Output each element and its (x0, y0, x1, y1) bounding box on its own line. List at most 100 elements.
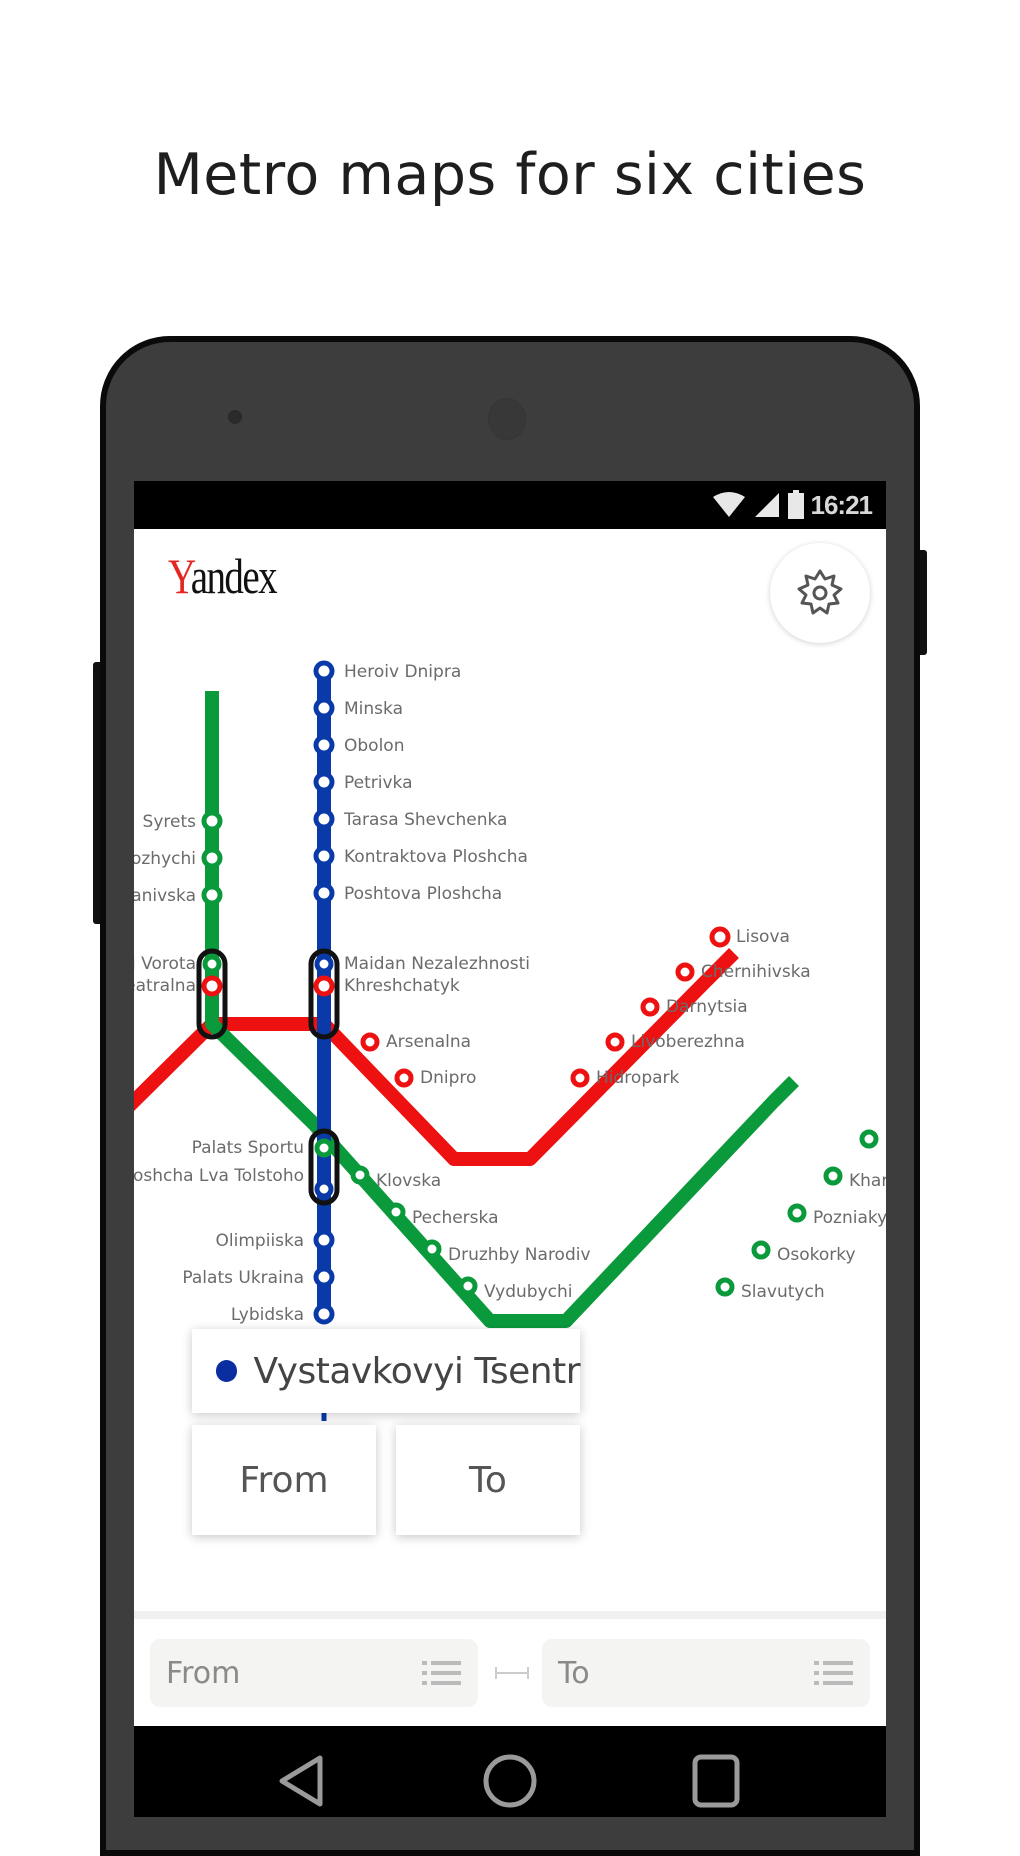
station-label[interactable]: Dorohozhychi (134, 849, 196, 869)
station-label[interactable]: Darnytsia (666, 997, 748, 1017)
station-label[interactable]: Klovska (376, 1171, 441, 1191)
station-label[interactable]: Pozniaky (813, 1208, 886, 1228)
recents-icon[interactable] (692, 1754, 740, 1808)
list-icon[interactable] (422, 1658, 462, 1688)
status-icons: 16:21 (711, 487, 873, 523)
station-label[interactable]: Chernihivska (701, 962, 811, 982)
swap-arrows-icon[interactable] (492, 1659, 532, 1687)
station-label[interactable]: Poshtova Ploshcha (344, 884, 502, 904)
from-placeholder: From (166, 1655, 241, 1691)
station-label[interactable]: Hidropark (596, 1068, 680, 1088)
to-field[interactable]: To (542, 1639, 870, 1707)
station[interactable] (787, 1203, 807, 1223)
station[interactable] (313, 1266, 335, 1288)
popup-from-button[interactable]: From (192, 1425, 376, 1535)
station[interactable] (313, 1229, 335, 1251)
status-bar: 16:21 (134, 481, 886, 529)
station[interactable] (350, 1165, 370, 1185)
station[interactable] (360, 1032, 380, 1052)
station-label[interactable]: Syrets (143, 812, 197, 832)
station-label[interactable]: Olimpiiska (216, 1231, 304, 1251)
station[interactable] (201, 884, 223, 906)
battery-icon (787, 490, 804, 519)
station[interactable] (709, 926, 731, 948)
to-placeholder: To (558, 1655, 590, 1691)
gear-icon (797, 569, 843, 615)
earpiece (228, 410, 242, 424)
from-field[interactable]: From (150, 1639, 478, 1707)
station[interactable] (570, 1068, 590, 1088)
popup-to-button[interactable]: To (396, 1425, 580, 1535)
station-label[interactable]: Livoberezhna (631, 1032, 745, 1052)
front-camera (488, 398, 526, 440)
station-label[interactable]: Druzhby Narodiv (448, 1245, 591, 1265)
station[interactable] (313, 845, 335, 867)
settings-button[interactable] (770, 543, 870, 643)
red-stations (201, 926, 731, 1088)
bottom-divider (134, 1611, 886, 1619)
station-label[interactable]: Heroiv Dnipra (344, 662, 461, 682)
station[interactable] (422, 1239, 442, 1259)
station[interactable] (458, 1276, 478, 1296)
station-label[interactable]: Lisova (736, 927, 790, 947)
station[interactable] (313, 975, 335, 997)
home-icon[interactable] (482, 1754, 538, 1808)
station-label[interactable]: Palats Ukraina (182, 1268, 304, 1288)
list-icon[interactable] (814, 1658, 854, 1688)
station-label[interactable]: Lybidska (231, 1305, 304, 1325)
station[interactable] (313, 734, 335, 756)
station[interactable] (314, 1179, 334, 1199)
headline: Metro maps for six cities (153, 142, 867, 208)
station-label[interactable]: Pecherska (412, 1208, 499, 1228)
station[interactable] (640, 997, 660, 1017)
station[interactable] (201, 847, 223, 869)
yandex-logo: Yandex (168, 547, 278, 605)
station-label[interactable]: Kontraktova Ploshcha (344, 847, 528, 867)
station-label[interactable]: Arsenalna (386, 1032, 471, 1052)
station[interactable] (313, 697, 335, 719)
station-label[interactable]: Zoloti Vorota (134, 954, 196, 974)
station[interactable] (313, 771, 335, 793)
station-label[interactable]: Dnipro (420, 1068, 476, 1088)
station[interactable] (201, 810, 223, 832)
station-label[interactable]: Minska (344, 699, 403, 719)
station[interactable] (394, 1068, 414, 1088)
popup-station-name: Vystavkovyi Tsentr (253, 1350, 580, 1392)
station[interactable] (313, 660, 335, 682)
station-label[interactable]: Palats Sportu (192, 1138, 304, 1158)
station[interactable] (675, 962, 695, 982)
station-label[interactable]: Petrivka (344, 773, 413, 793)
back-icon[interactable] (276, 1754, 326, 1808)
station-label[interactable]: Slavutych (741, 1282, 825, 1302)
logo-text: andex (190, 548, 278, 604)
station[interactable] (313, 808, 335, 830)
station[interactable] (715, 1277, 735, 1297)
station-label[interactable]: Lukianivska (134, 886, 196, 906)
station[interactable] (859, 1129, 879, 1149)
station-label[interactable]: Tarasa Shevchenka (343, 810, 507, 830)
popup-actions: From To (192, 1425, 580, 1535)
station-label[interactable]: Teatralna (134, 976, 196, 996)
station[interactable] (823, 1166, 843, 1186)
station-label[interactable]: Obolon (344, 736, 404, 756)
line-color-dot (216, 1360, 238, 1382)
station[interactable] (605, 1032, 625, 1052)
station-label[interactable]: Kharkivska (849, 1171, 886, 1191)
station[interactable] (386, 1202, 406, 1222)
station-label[interactable]: Vydubychi (484, 1282, 573, 1302)
station[interactable] (313, 882, 335, 904)
station[interactable] (201, 975, 223, 997)
station[interactable] (202, 954, 222, 974)
station-label[interactable]: Osokorky (777, 1245, 856, 1265)
phone-screen: Heroiv Dnipra Minska Obolon Petrivka Tar… (134, 481, 886, 1817)
green-stations (201, 810, 879, 1297)
station[interactable] (314, 954, 334, 974)
station[interactable] (313, 1303, 335, 1325)
station-label[interactable]: Ploshcha Lva Tolstoho (134, 1166, 304, 1186)
station-label[interactable]: Khreshchatyk (344, 976, 460, 996)
station-popup: Vystavkovyi Tsentr (192, 1329, 580, 1413)
station-label[interactable]: Maidan Nezalezhnosti (344, 954, 530, 974)
station[interactable] (314, 1138, 334, 1158)
station[interactable] (751, 1240, 771, 1260)
logo-letter: Y (168, 548, 192, 604)
